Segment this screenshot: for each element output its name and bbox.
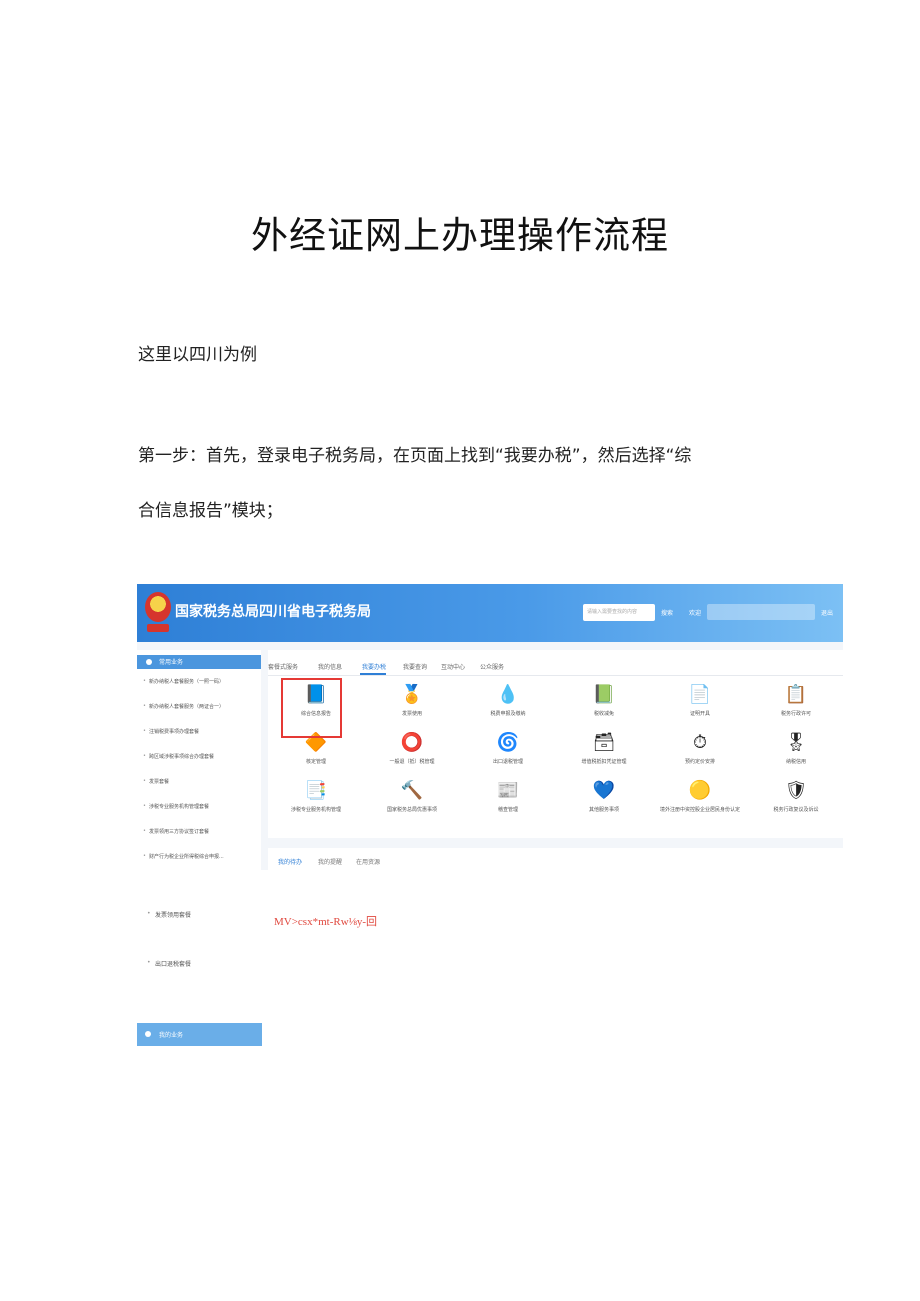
portal-title: 国家税务总局四川省电子税务局 [175, 604, 371, 620]
sidebar-header-label: 常用业务 [159, 659, 184, 666]
tab-public-service[interactable]: 公众服务 [480, 662, 504, 671]
module-item[interactable]: 🛡 税务行政复议及诉讼 [748, 780, 843, 813]
document-title: 外经证网上办理操作流程 [251, 214, 669, 257]
module-item[interactable]: 🎖 纳税信用 [748, 732, 843, 765]
module-icon: ⭕ [400, 732, 424, 753]
portal-header: 国家税务总局四川省电子税务局 请输入需要查找的内容 搜索 欢迎 退出 [137, 584, 843, 642]
sidebar-item[interactable]: 发票领用三方协议签订套餐 [143, 828, 209, 835]
sidebar-item[interactable]: 新办纳税人套餐服务（两证合一） [143, 703, 224, 710]
module-icon: 📰 [496, 780, 520, 801]
module-item[interactable]: ⭕ 一般退（抵）税管理 [364, 732, 460, 765]
module-item[interactable]: 💧 税费申报及缴纳 [460, 684, 556, 717]
module-icon: 📄 [688, 684, 712, 705]
tab-package-service[interactable]: 套餐式服务 [268, 662, 298, 671]
module-item[interactable]: 📄 证明开具 [652, 684, 748, 717]
module-item[interactable]: 📑 涉税专业服务机构管理 [268, 780, 364, 813]
user-info-blurred [707, 604, 815, 620]
module-icon: 🏅 [400, 684, 424, 705]
module-icon: 💙 [592, 780, 616, 801]
sidebar-item[interactable]: 发票套餐 [143, 778, 169, 785]
tab-my-reminder[interactable]: 我的提醒 [318, 857, 342, 866]
search-input[interactable]: 请输入需要查找的内容 [583, 604, 655, 621]
module-icon: 💧 [496, 684, 520, 705]
menu-dot-icon [145, 1031, 151, 1037]
module-label: 税务行政许可 [780, 711, 811, 717]
module-icon: 🟡 [688, 780, 712, 801]
module-item[interactable]: 🗃 增值税抵扣凭证管理 [556, 732, 652, 765]
module-item[interactable]: 💙 其他服务事项 [556, 780, 652, 813]
module-item[interactable]: 📋 税务行政许可 [748, 684, 843, 717]
module-label: 增值税抵扣凭证管理 [581, 759, 627, 765]
step1-line2: 合信息报告”模块； [138, 501, 283, 521]
tab-divider [268, 675, 843, 676]
emblem-ribbon [147, 624, 169, 632]
orphan-sidebar-item[interactable]: 出口退税套餐 [147, 959, 191, 968]
module-icon: ⏱ [692, 732, 708, 753]
main-panel: 套餐式服务 我的信息 我要办税 我要查询 互动中心 公众服务 📘 综合信息报告 🏅 发… [268, 650, 843, 838]
tab-query[interactable]: 我要查询 [403, 662, 427, 671]
sidebar-item[interactable]: 财产行为税企业所得税综合申报... [143, 853, 224, 860]
module-label: 稽查管理 [497, 807, 518, 813]
module-label: 出口退税管理 [492, 759, 523, 765]
sidebar-item[interactable]: 跨区域涉税事项综合办理套餐 [143, 753, 214, 760]
module-icon: 🔨 [400, 780, 424, 801]
module-item[interactable]: ⏱ 预约定价安排 [652, 732, 748, 765]
module-item[interactable]: 🔨 国家税务总局优惠事项 [364, 780, 460, 813]
my-business-header[interactable]: 我的业务 [137, 1023, 262, 1046]
module-label: 预约定价安排 [684, 759, 715, 765]
module-item[interactable]: 🟡 境外注册中资控股企业居民身份认定 [652, 780, 748, 813]
module-icon: 🛡 [784, 780, 808, 801]
highlight-box [281, 678, 342, 738]
module-label: 税务行政复议及诉讼 [773, 807, 819, 813]
menu-dot-icon [146, 659, 152, 665]
module-label: 核定管理 [305, 759, 326, 765]
lower-panel: 我的待办 我的提醒 在用资源 [268, 848, 843, 870]
module-icon: 🌀 [496, 732, 520, 753]
tab-resources[interactable]: 在用资源 [356, 857, 380, 866]
sidebar-item[interactable]: 涉税专业服务机构管理套餐 [143, 803, 209, 810]
intro-text: 这里以四川为例 [138, 345, 257, 365]
module-icon: 📗 [592, 684, 616, 705]
module-icon: 📑 [304, 780, 328, 801]
sidebar: 常用业务 新办纳税人套餐服务（一照一码） 新办纳税人套餐服务（两证合一） 注销税… [137, 650, 261, 870]
module-item[interactable]: 🏅 发票使用 [364, 684, 460, 717]
module-label: 一般退（抵）税管理 [389, 759, 435, 765]
tax-portal-screenshot: 国家税务总局四川省电子税务局 请输入需要查找的内容 搜索 欢迎 退出 常用业务 … [137, 584, 843, 870]
national-emblem-icon [145, 592, 171, 622]
module-label: 证明开具 [689, 711, 710, 717]
module-label: 其他服务事项 [588, 807, 619, 813]
sidebar-item[interactable]: 注销税费事项办理套餐 [143, 728, 199, 735]
module-label: 税费申报及缴纳 [490, 711, 526, 717]
tab-do-tax[interactable]: 我要办税 [362, 662, 386, 671]
module-icon: 🗃 [592, 732, 616, 753]
garbled-caption: MV>csx*mt-Rw⅛y-回 [274, 916, 378, 928]
tab-my-info[interactable]: 我的信息 [318, 662, 342, 671]
search-button[interactable]: 搜索 [661, 608, 673, 617]
logout-link[interactable]: 退出 [821, 608, 833, 617]
user-greeting: 欢迎 [689, 610, 702, 617]
tab-my-todo[interactable]: 我的待办 [278, 857, 302, 866]
module-icon: 📋 [784, 684, 808, 705]
module-icon: 🎖 [784, 732, 808, 753]
module-label: 境外注册中资控股企业居民身份认定 [659, 807, 740, 813]
orphan-sidebar-item[interactable]: 发票领用套餐 [147, 910, 191, 919]
module-item[interactable]: 📗 税收减免 [556, 684, 652, 717]
module-label: 涉税专业服务机构管理 [290, 807, 341, 813]
step1-line1: 第一步：首先，登录电子税务局，在页面上找到“我要办税”，然后选择“综 [138, 446, 692, 466]
module-item[interactable]: 🌀 出口退税管理 [460, 732, 556, 765]
my-business-label: 我的业务 [159, 1032, 184, 1039]
sidebar-item[interactable]: 新办纳税人套餐服务（一照一码） [143, 678, 224, 685]
tab-interaction[interactable]: 互动中心 [441, 662, 465, 671]
module-item[interactable]: 📰 稽查管理 [460, 780, 556, 813]
module-label: 税收减免 [593, 711, 614, 717]
sidebar-header[interactable]: 常用业务 [137, 655, 261, 669]
module-label: 纳税信用 [785, 759, 806, 765]
module-label: 国家税务总局优惠事项 [386, 807, 437, 813]
module-label: 发票使用 [401, 711, 422, 717]
